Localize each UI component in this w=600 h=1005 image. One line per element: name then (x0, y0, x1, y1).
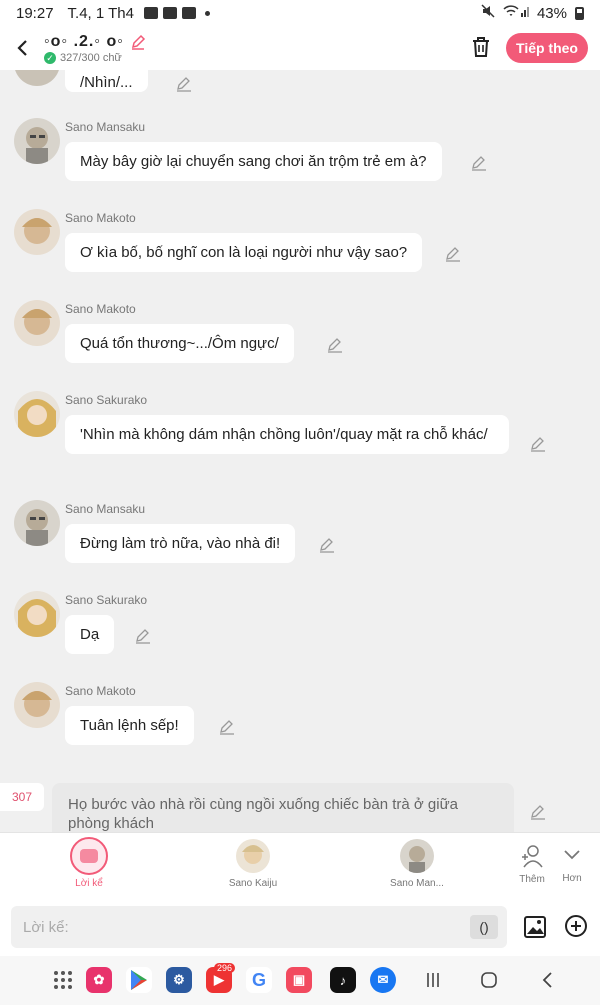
message-bubble[interactable]: Quá tổn thương~.../Ôm ngực/ (65, 324, 294, 363)
sender-name: Sano Makoto (65, 302, 136, 316)
character-name: Sano Kaiju (228, 878, 278, 889)
add-character-button[interactable]: Thêm (514, 843, 550, 885)
more-label: Thêm (519, 874, 545, 885)
avatar (400, 839, 434, 873)
story-title: ◦o◦ .2.◦ o◦ (44, 32, 124, 50)
message-bubble[interactable]: /Nhìn/... (65, 70, 148, 92)
apps-grid-icon[interactable] (50, 967, 76, 993)
pencil-edit-icon[interactable] (175, 75, 193, 93)
notification-badge: 296 (214, 963, 236, 973)
avatar[interactable] (14, 591, 60, 637)
pencil-edit-icon[interactable] (318, 536, 336, 554)
play-store-icon[interactable] (126, 967, 152, 993)
sender-name: Sano Mansaku (65, 502, 146, 516)
trash-icon (473, 37, 489, 57)
narrator-selector[interactable]: Lời kể (62, 837, 116, 889)
avatar (236, 839, 270, 873)
sender-name: Sano Mansaku (65, 120, 146, 134)
battery-percent: 43% (536, 4, 567, 22)
pencil-edit-icon[interactable] (529, 803, 547, 821)
recent-apps-button[interactable] (420, 967, 446, 993)
less-label: Hơn (562, 873, 582, 884)
wifi-signal-icon (503, 4, 529, 22)
home-button[interactable] (476, 967, 502, 993)
system-nav-bar: ✿ ⚙ ▶ 296 G ▣ ♪ ✉ (0, 956, 600, 1005)
character-option[interactable]: Sano Kaiju (222, 839, 284, 889)
avatar (14, 70, 60, 86)
sender-name: Sano Sakurako (65, 393, 148, 407)
message-bubble[interactable]: Đừng làm trò nữa, vào nhà đi! (65, 524, 296, 563)
parenthesis-button[interactable]: () (470, 915, 498, 939)
avatar[interactable] (14, 300, 60, 346)
avatar[interactable] (14, 500, 60, 546)
status-time: 19:27 (16, 4, 54, 22)
character-selector: Lời kể Sano Kaiju Sano Man... Thêm Hơn (0, 832, 600, 898)
back-nav-button[interactable] (534, 967, 560, 993)
more-notifications-dot (204, 10, 210, 16)
back-button[interactable] (2, 28, 42, 68)
chat-header: ◦o◦ .2.◦ o◦ ✓ 327/300 chữ Tiếp theo (0, 26, 600, 70)
gallery-notification-icon (143, 7, 158, 19)
check-icon: ✓ (44, 51, 56, 64)
narrator-label: Lời kể (75, 878, 103, 889)
avatar[interactable] (14, 209, 60, 255)
image-icon (524, 916, 546, 938)
message-bubble[interactable]: Tuân lệnh sếp! (65, 706, 194, 745)
add-button[interactable] (564, 914, 588, 938)
avatar[interactable] (14, 682, 60, 728)
pencil-edit-icon[interactable] (470, 154, 488, 172)
pencil-edit-icon[interactable] (134, 627, 152, 645)
collapse-button[interactable]: Hơn (558, 843, 586, 884)
youtube-notification-icon (162, 7, 177, 19)
youtube-notification-icon (181, 7, 196, 19)
next-button[interactable]: Tiếp theo (506, 33, 588, 63)
plus-circle-icon (565, 915, 587, 937)
sender-name: Sano Sakurako (65, 593, 148, 607)
chevron-down-icon (564, 850, 580, 860)
notification-icons (143, 7, 210, 19)
pencil-edit-icon[interactable] (218, 718, 236, 736)
character-name: Sano Man... (390, 878, 444, 889)
story-title-block[interactable]: ◦o◦ .2.◦ o◦ ✓ 327/300 chữ (44, 33, 146, 64)
narration-bubble[interactable]: Họ bước vào nhà rồi cùng ngồi xuống chiế… (52, 783, 514, 832)
message-bubble[interactable]: Mày bây giờ lại chuyển sang chơi ăn trộm… (65, 142, 442, 181)
avatar[interactable] (14, 391, 60, 437)
chat-area[interactable]: /Nhìn/... Sano Mansaku Mày bây giờ lại c… (0, 70, 600, 832)
google-icon[interactable]: G (246, 967, 272, 993)
avatar[interactable] (14, 118, 60, 164)
chevron-left-icon (17, 40, 27, 56)
pencil-edit-icon[interactable] (130, 34, 146, 50)
image-button[interactable] (522, 914, 548, 940)
narrator-icon (70, 837, 108, 875)
settings-icon[interactable]: ⚙ (166, 967, 192, 993)
character-option[interactable]: Sano Man... (386, 839, 448, 889)
battery-icon (575, 6, 584, 20)
flower-app-icon[interactable]: ✿ (86, 967, 112, 993)
add-person-icon (522, 845, 543, 868)
pencil-edit-icon[interactable] (326, 336, 344, 354)
status-bar: 19:27 T.4, 1 Th4 43% (0, 0, 600, 26)
gallery-app-icon[interactable]: ▣ (286, 967, 312, 993)
mute-icon (481, 4, 495, 22)
sender-name: Sano Makoto (65, 684, 136, 698)
message-bubble[interactable]: 'Nhìn mà không dám nhận chồng luôn'/quay… (65, 415, 509, 454)
input-bar: () (0, 898, 600, 956)
char-count: 327/300 chữ (60, 51, 122, 64)
pencil-edit-icon[interactable] (529, 435, 547, 453)
status-date: T.4, 1 Th4 (67, 4, 134, 22)
message-bubble[interactable]: Dạ (65, 615, 115, 654)
message-input[interactable] (11, 906, 507, 948)
sender-name: Sano Makoto (65, 211, 136, 225)
pencil-edit-icon[interactable] (444, 245, 462, 263)
tiktok-icon[interactable]: ♪ (330, 967, 356, 993)
message-bubble[interactable]: Ơ kìa bố, bố nghĩ con là loại người như … (65, 233, 423, 272)
row-number-badge: 307 (0, 783, 44, 811)
delete-button[interactable] (468, 34, 494, 62)
messenger-icon[interactable]: ✉ (370, 967, 396, 993)
